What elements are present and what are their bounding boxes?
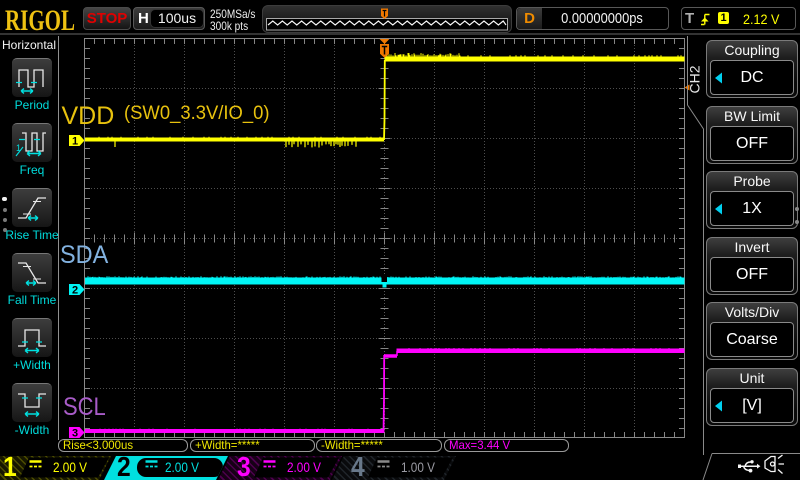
svg-text:1: 1 (16, 143, 21, 153)
svg-text:2: 2 (72, 285, 78, 297)
svg-text:1: 1 (72, 136, 78, 148)
